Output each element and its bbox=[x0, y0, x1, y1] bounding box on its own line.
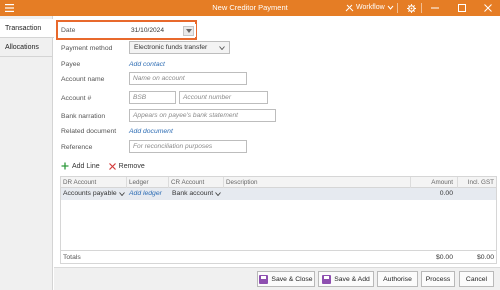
reference-label: Reference bbox=[61, 144, 93, 151]
chevron-down-icon bbox=[215, 191, 222, 196]
column-divider bbox=[457, 177, 458, 188]
amount-cell[interactable]: 0.00 bbox=[440, 190, 453, 197]
grid-toolbar: Add Line Remove bbox=[61, 162, 154, 170]
bsb-input[interactable]: BSB bbox=[129, 91, 176, 104]
lines-grid: DR Account Ledger CR Account Description… bbox=[60, 176, 497, 264]
totals-row: Totals $0.00 $0.00 bbox=[61, 250, 496, 264]
header-description[interactable]: Description bbox=[226, 179, 258, 186]
minimize-button[interactable] bbox=[429, 2, 441, 14]
payment-method-label: Payment method bbox=[61, 45, 113, 52]
authorise-button[interactable]: Authorise bbox=[377, 271, 418, 287]
bank-narration-label: Bank narration bbox=[61, 113, 106, 120]
add-icon bbox=[61, 162, 69, 170]
totals-gst: $0.00 bbox=[476, 254, 494, 261]
chevron-down-icon bbox=[118, 191, 125, 196]
save-icon bbox=[259, 274, 269, 284]
save-close-button[interactable]: Save & Close bbox=[257, 271, 315, 287]
grid-header: DR Account Ledger CR Account Description… bbox=[61, 177, 496, 188]
column-divider bbox=[410, 177, 411, 188]
dr-account-select[interactable]: Accounts payable bbox=[63, 190, 125, 197]
close-button[interactable] bbox=[482, 2, 494, 14]
payment-method-select[interactable]: Electronic funds transfer bbox=[129, 41, 230, 54]
minimize-icon bbox=[431, 7, 439, 9]
header-cr-account[interactable]: CR Account bbox=[171, 179, 204, 186]
remove-button[interactable]: Remove bbox=[108, 162, 145, 170]
add-line-label: Add Line bbox=[72, 162, 100, 170]
related-document-label: Related document bbox=[61, 128, 117, 135]
maximize-button[interactable] bbox=[456, 2, 468, 14]
cancel-button[interactable]: Cancel bbox=[459, 271, 494, 287]
tab-transaction[interactable]: Transaction bbox=[0, 19, 54, 38]
column-divider bbox=[168, 177, 169, 188]
reference-input[interactable]: For reconciliation purposes bbox=[129, 140, 247, 153]
table-row[interactable]: Accounts payable Add ledger Bank account… bbox=[61, 188, 496, 200]
add-document-link[interactable]: Add document bbox=[129, 128, 173, 135]
cr-account-select[interactable]: Bank account bbox=[172, 190, 222, 197]
remove-label: Remove bbox=[118, 162, 145, 170]
tab-allocations[interactable]: Allocations bbox=[0, 38, 53, 57]
date-label: Date bbox=[61, 27, 76, 34]
dropdown-arrow-icon bbox=[185, 29, 192, 33]
cancel-label: Cancel bbox=[465, 275, 488, 283]
column-divider bbox=[126, 177, 127, 188]
workflow-button[interactable]: Workflow bbox=[345, 3, 394, 12]
remove-icon bbox=[108, 162, 116, 170]
cr-account-value: Bank account bbox=[172, 190, 214, 197]
process-button[interactable]: Process bbox=[421, 271, 455, 287]
close-icon bbox=[484, 4, 492, 12]
side-tabs: Transaction Allocations bbox=[0, 16, 54, 290]
account-number-input[interactable]: Account number bbox=[179, 91, 268, 104]
title-bar: New Creditor Payment Workflow bbox=[0, 0, 500, 16]
authorise-label: Authorise bbox=[383, 275, 412, 283]
account-number-label: Account # bbox=[61, 95, 92, 102]
bank-narration-input[interactable]: Appears on payee's bank statement bbox=[129, 109, 276, 122]
save-add-label: Save & Add bbox=[334, 275, 370, 283]
save-close-label: Save & Close bbox=[271, 275, 313, 283]
settings-button[interactable] bbox=[405, 2, 417, 14]
maximize-icon bbox=[458, 4, 466, 12]
payee-label: Payee bbox=[61, 61, 81, 68]
save-add-button[interactable]: Save & Add bbox=[318, 271, 374, 287]
header-ledger[interactable]: Ledger bbox=[129, 179, 149, 186]
chevron-down-icon bbox=[219, 45, 225, 50]
action-bar: Save & Close Save & Add Authorise Proces… bbox=[54, 267, 500, 290]
title-separator bbox=[397, 3, 398, 13]
column-divider bbox=[223, 177, 224, 188]
process-label: Process bbox=[425, 275, 451, 283]
title-separator bbox=[421, 3, 422, 13]
save-icon bbox=[322, 274, 332, 284]
account-name-input[interactable]: Name on account bbox=[129, 72, 247, 85]
workflow-label: Workflow bbox=[356, 4, 385, 11]
header-dr-account[interactable]: DR Account bbox=[63, 179, 96, 186]
dr-account-value: Accounts payable bbox=[63, 190, 117, 197]
add-line-button[interactable]: Add Line bbox=[61, 162, 100, 170]
totals-label: Totals bbox=[63, 254, 81, 261]
settings-icon bbox=[406, 3, 416, 13]
date-dropdown-button[interactable] bbox=[183, 26, 194, 36]
workflow-icon bbox=[345, 4, 354, 12]
header-incl-gst[interactable]: Incl. GST bbox=[468, 179, 494, 186]
chevron-down-icon bbox=[387, 5, 394, 10]
header-amount[interactable]: Amount bbox=[431, 179, 453, 186]
totals-amount: $0.00 bbox=[435, 254, 453, 261]
add-contact-link[interactable]: Add contact bbox=[129, 61, 165, 68]
account-name-label: Account name bbox=[61, 76, 105, 83]
window-title: New Creditor Payment bbox=[212, 3, 288, 12]
payment-method-value: Electronic funds transfer bbox=[134, 43, 208, 51]
add-ledger-link[interactable]: Add ledger bbox=[129, 190, 162, 197]
